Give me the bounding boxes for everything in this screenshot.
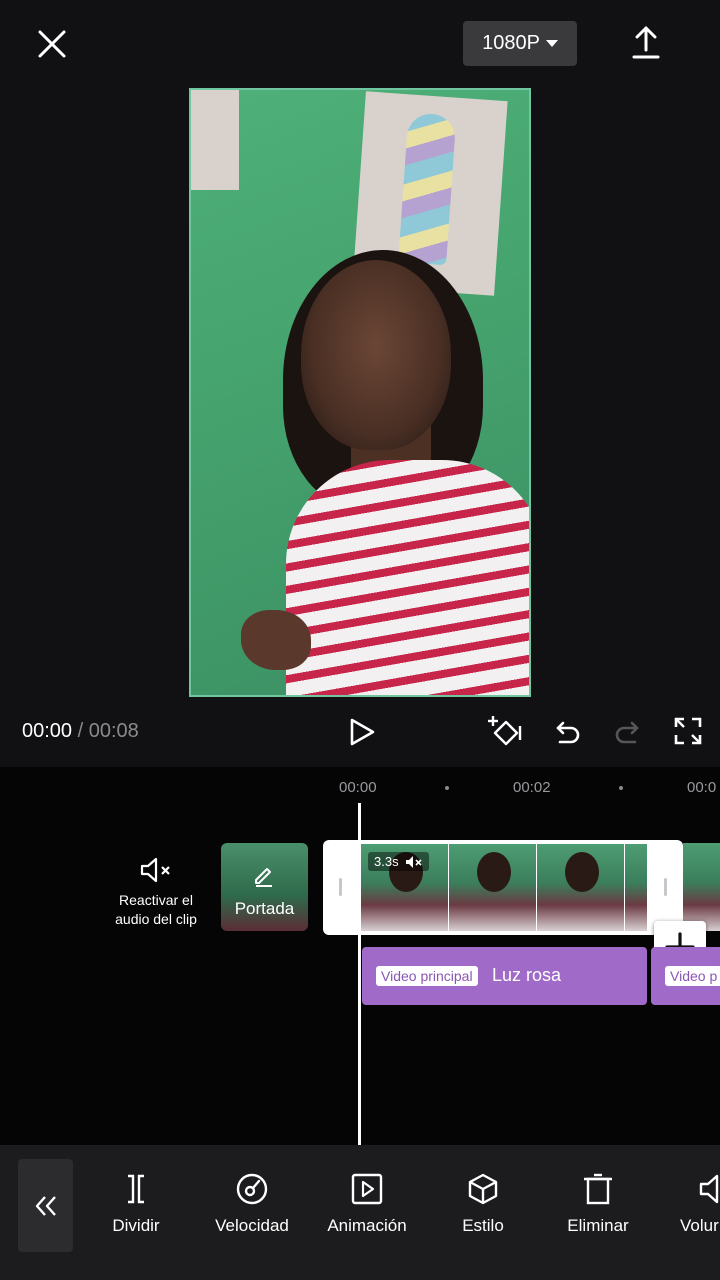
redo-button[interactable] (612, 716, 644, 748)
clip-frame-thumbnail (449, 844, 536, 931)
upload-icon (632, 26, 660, 59)
clip-trim-handle-left[interactable] (339, 878, 342, 896)
tool-delete[interactable]: Eliminar (543, 1172, 653, 1236)
cover-label: Portada (234, 899, 295, 918)
tool-style[interactable]: Estilo (428, 1172, 538, 1236)
effect-name: Luz rosa (492, 965, 562, 985)
tool-split[interactable]: Dividir (81, 1172, 191, 1236)
ruler-label: 00:00 (339, 779, 377, 796)
effect-target-tag: Video principal (376, 966, 478, 986)
export-button[interactable] (626, 22, 666, 62)
unmute-label: Reactivar el audio del clip (115, 892, 197, 927)
animation-icon (351, 1173, 383, 1205)
collapse-toolbar-button[interactable] (18, 1159, 73, 1252)
speaker-muted-icon (405, 855, 422, 868)
close-icon (38, 30, 66, 58)
next-video-clip[interactable] (683, 843, 720, 931)
clip-frame-thumbnail (537, 844, 624, 931)
time-separator: / (77, 720, 84, 742)
ruler-label: 00:0 (687, 779, 717, 796)
undo-icon (556, 721, 580, 744)
resolution-dropdown[interactable]: 1080P (463, 21, 577, 66)
tool-volume[interactable]: Volur (659, 1172, 720, 1236)
keyframe-add-icon (488, 716, 522, 746)
close-button[interactable] (30, 22, 74, 66)
cover-button[interactable]: Portada (221, 843, 308, 931)
ruler-dot (619, 786, 623, 790)
add-keyframe-button[interactable] (487, 714, 525, 750)
tool-label: Eliminar (567, 1216, 629, 1235)
play-button[interactable] (345, 715, 379, 749)
ruler-dot (445, 786, 449, 790)
playhead[interactable] (358, 803, 361, 1145)
clip-trim-handle-right[interactable] (664, 878, 667, 896)
person-hand (241, 610, 311, 670)
person-face (301, 260, 451, 450)
wall-poster-left (191, 90, 239, 190)
clip-duration: 3.3s (374, 854, 399, 869)
volume-icon (699, 1174, 719, 1204)
clip-duration-badge: 3.3s (368, 852, 429, 871)
speaker-muted-icon (140, 857, 170, 883)
timecode: 00:00 / 00:08 (22, 720, 139, 743)
top-bar: 1080P (0, 0, 720, 88)
fullscreen-button[interactable] (673, 716, 703, 746)
effect-target-tag: Video p (665, 966, 720, 986)
tool-animation[interactable]: Animación (312, 1172, 422, 1236)
caret-down-icon (545, 40, 558, 47)
clip-frame-thumbnail (625, 844, 647, 931)
striped-shirt (286, 460, 529, 695)
pencil-icon (255, 868, 272, 887)
unmute-clip-audio-button[interactable]: Reactivar el audio del clip (100, 855, 212, 929)
effect-track-item[interactable]: Video p (651, 947, 720, 1005)
style-cube-icon (468, 1173, 498, 1205)
current-time: 00:00 (22, 720, 73, 742)
tool-label: Dividir (112, 1216, 160, 1235)
effect-track-item[interactable]: Video principal Luz rosa (362, 947, 647, 1005)
split-icon (128, 1174, 144, 1204)
video-preview[interactable] (189, 88, 531, 697)
video-clip-selected[interactable]: 3.3s (323, 840, 683, 935)
tool-label: Volur (680, 1216, 719, 1235)
ruler-label: 00:02 (513, 779, 551, 796)
play-icon (350, 718, 375, 746)
tool-label: Velocidad (215, 1216, 289, 1235)
tool-label: Estilo (462, 1216, 504, 1235)
fullscreen-icon (674, 717, 702, 745)
resolution-label: 1080P (482, 32, 540, 54)
tool-speed[interactable]: Velocidad (197, 1172, 307, 1236)
redo-icon (615, 721, 639, 744)
tool-label: Animación (327, 1216, 407, 1235)
speed-icon (236, 1173, 268, 1205)
undo-button[interactable] (551, 716, 583, 748)
total-time: 00:08 (88, 720, 139, 742)
trash-icon (584, 1173, 612, 1205)
double-chevron-left-icon (35, 1195, 56, 1216)
